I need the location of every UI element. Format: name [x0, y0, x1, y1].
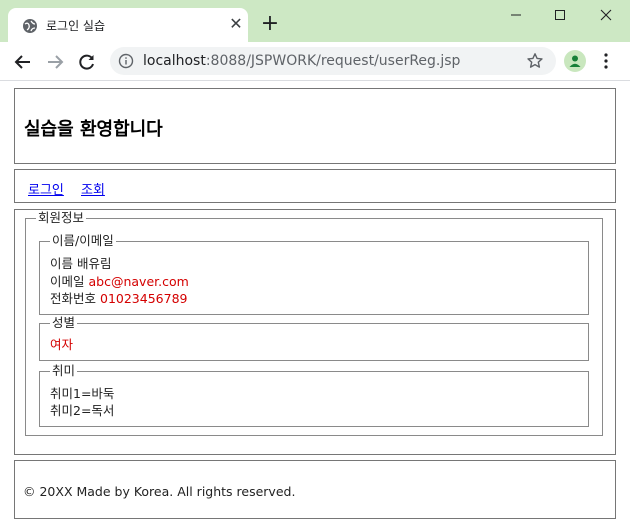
browser-toolbar: localhost:8088/JSPWORK/request/userReg.j… — [0, 42, 630, 81]
back-arrow-icon[interactable] — [10, 49, 36, 75]
profile-avatar-icon[interactable] — [564, 50, 586, 72]
name-email-fieldset: 이름/이메일 이름 배유림 이메일 abc@naver.com 전화번호 010… — [39, 233, 589, 315]
page-title: 실습을 환영합니다 — [24, 119, 163, 140]
name-email-legend: 이름/이메일 — [50, 233, 116, 249]
hobby-item: 취미1=바둑 — [50, 386, 115, 401]
menu-dots-icon[interactable] — [598, 50, 614, 72]
phone-row: 전화번호 01023456789 — [50, 291, 187, 307]
gender-row: 여자 — [50, 337, 73, 353]
phone-value: 01023456789 — [100, 291, 188, 306]
browser-titlebar: 로그인 실습 ✕ + — [0, 0, 630, 42]
globe-icon — [23, 19, 37, 33]
hobby-legend: 취미 — [50, 363, 78, 379]
gender-value: 여자 — [50, 337, 74, 352]
email-label: 이메일 — [50, 274, 85, 289]
url-text[interactable]: localhost:8088/JSPWORK/request/userReg.j… — [143, 53, 460, 69]
email-value: abc@naver.com — [88, 274, 189, 289]
name-label: 이름 — [50, 256, 74, 271]
new-tab-icon[interactable]: + — [258, 12, 282, 36]
window-close-icon[interactable] — [584, 0, 628, 30]
name-value: 배유림 — [77, 256, 112, 271]
page-content: 실습을 환영합니다 로그인 조회 회원정보 이름/이메일 이름 배유림 이메일 … — [0, 81, 630, 530]
hobby-item: 취미2=독서 — [50, 403, 115, 418]
url-host: localhost — [143, 53, 206, 69]
maximize-icon[interactable] — [538, 0, 582, 30]
nav-link-view[interactable]: 조회 — [81, 179, 105, 198]
info-icon[interactable] — [118, 53, 134, 69]
tab-title: 로그인 실습 — [46, 19, 106, 33]
browser-tab[interactable]: 로그인 실습 ✕ — [8, 8, 248, 42]
gender-fieldset: 성별 여자 — [39, 315, 589, 361]
nav-section: 로그인 조회 — [14, 169, 616, 203]
phone-label: 전화번호 — [50, 291, 97, 306]
member-info-legend: 회원정보 — [36, 210, 87, 226]
nav-link-login[interactable]: 로그인 — [28, 179, 64, 198]
bookmark-star-icon[interactable] — [526, 52, 544, 70]
url-path: :8088/JSPWORK/request/userReg.jsp — [205, 53, 461, 69]
header-section: 실습을 환영합니다 — [14, 88, 616, 164]
main-section: 회원정보 이름/이메일 이름 배유림 이메일 abc@naver.com 전화번… — [14, 209, 616, 455]
reload-icon[interactable] — [74, 49, 100, 75]
member-info-fieldset: 회원정보 이름/이메일 이름 배유림 이메일 abc@naver.com 전화번… — [25, 210, 603, 436]
minimize-icon[interactable] — [494, 0, 538, 30]
address-bar[interactable]: localhost:8088/JSPWORK/request/userReg.j… — [110, 47, 556, 75]
name-row: 이름 배유림 — [50, 256, 112, 272]
forward-arrow-icon[interactable] — [42, 49, 68, 75]
tab-close-icon[interactable]: ✕ — [226, 14, 246, 34]
email-row: 이메일 abc@naver.com — [50, 274, 189, 290]
footer-section: © 20XX Made by Korea. All rights reserve… — [14, 460, 616, 519]
footer-copyright: © 20XX Made by Korea. All rights reserve… — [23, 484, 296, 499]
hobby-fieldset: 취미 취미1=바둑 취미2=독서 — [39, 363, 589, 427]
gender-legend: 성별 — [50, 315, 78, 331]
